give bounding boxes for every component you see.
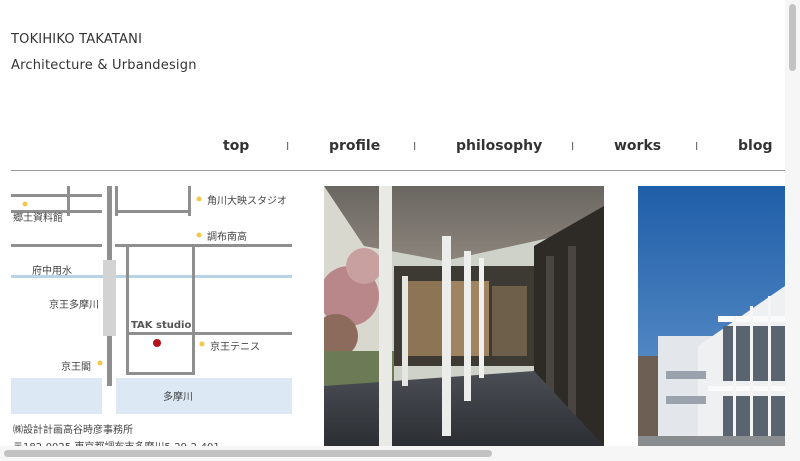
landmark-dot-icon	[199, 341, 205, 347]
nav-separator: I	[571, 140, 575, 153]
map-label-museum: 郷土資料館	[13, 213, 63, 224]
map-label-fuchu-canal: 府中用水	[32, 266, 72, 277]
company-name: ㈱設計計画高谷時彦事務所	[13, 425, 133, 436]
company-address: 〒182-0025 東京都調布市多摩川5-29-2-401	[13, 438, 220, 446]
river-area	[11, 378, 102, 414]
map-graphic	[11, 186, 292, 414]
site-subtitle: Architecture & Urbandesign	[11, 58, 197, 73]
map-label-tak-studio: TAK studio	[131, 320, 192, 331]
horizontal-scrollbar-thumb[interactable]	[4, 450, 492, 457]
map-label-keio-kaku: 京王閣	[61, 362, 91, 373]
river-area	[116, 378, 292, 414]
works-photo-building[interactable]	[638, 186, 785, 446]
scrollbar-corner	[785, 446, 800, 461]
map-label-chofu-south-high: 調布南高	[207, 232, 247, 243]
map-label-kadokawa-studio: 角川大映スタジオ	[207, 196, 287, 207]
header-divider	[11, 170, 785, 171]
nav-works[interactable]: works	[614, 138, 661, 154]
nav-separator: I	[286, 140, 290, 153]
map-pin-icon[interactable]	[153, 339, 161, 347]
landmark-dot-icon	[196, 196, 202, 202]
nav-profile[interactable]: profile	[329, 138, 380, 154]
nav-blog[interactable]: blog	[738, 138, 772, 154]
vertical-scrollbar-thumb[interactable]	[789, 4, 796, 71]
landmark-dot-icon	[22, 201, 28, 207]
landmark-dot-icon	[97, 360, 103, 366]
horizontal-scrollbar[interactable]	[0, 446, 785, 461]
walkway-image	[324, 186, 604, 446]
map-label-keio-tamagawa-station: 京王多摩川	[49, 300, 99, 311]
works-photo-walkway[interactable]	[324, 186, 604, 446]
station-platform	[103, 260, 116, 336]
main-nav: top I profile I philosophy I works I blo…	[0, 138, 785, 158]
nav-top[interactable]: top	[223, 138, 249, 154]
map-label-tamagawa-river: 多摩川	[163, 392, 193, 403]
nav-separator: I	[695, 140, 699, 153]
building-image	[638, 186, 785, 446]
map-label-keio-tennis: 京王テニス	[210, 342, 260, 353]
nav-philosophy[interactable]: philosophy	[456, 138, 542, 154]
nav-separator: I	[413, 140, 417, 153]
landmark-dot-icon	[196, 232, 202, 238]
access-map[interactable]: 角川大映スタジオ 郷土資料館 調布南高 府中用水 京王多摩川 TAK studi…	[11, 186, 292, 446]
site-title[interactable]: TOKIHIKO TAKATANI	[11, 32, 142, 47]
vertical-scrollbar[interactable]	[785, 0, 800, 446]
